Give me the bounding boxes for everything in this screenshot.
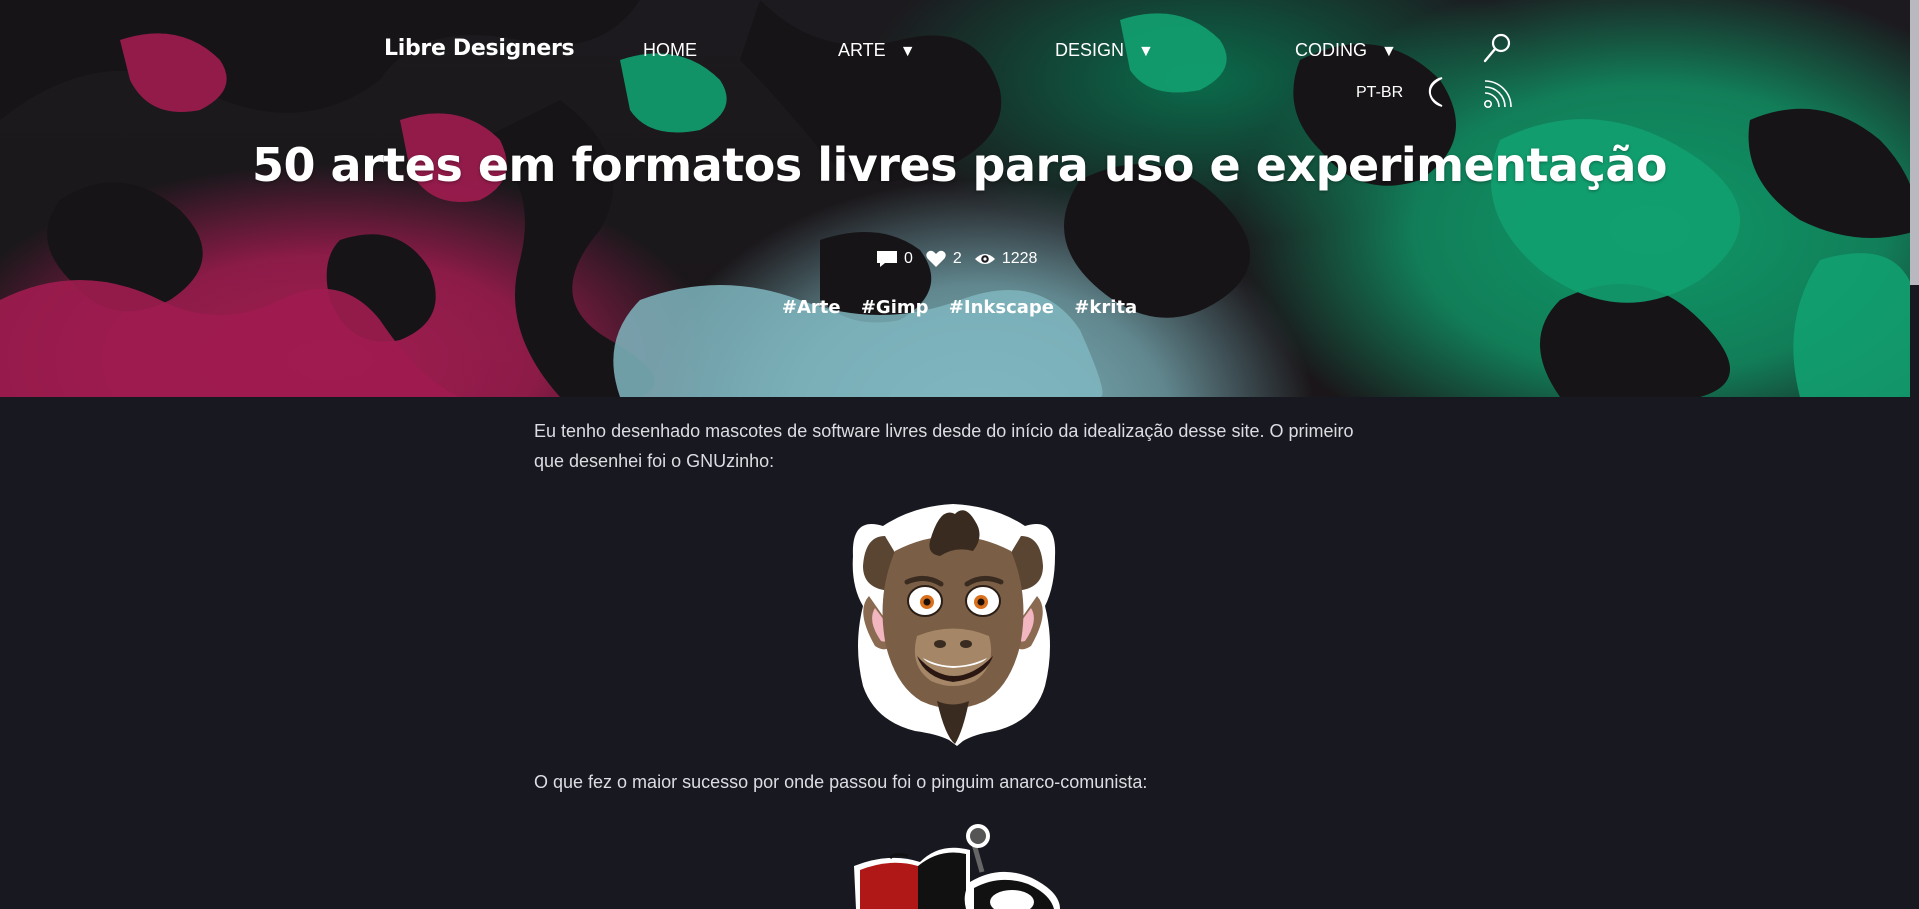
comment-count: 0 [904, 250, 913, 267]
tag-krita[interactable]: #krita [1074, 297, 1137, 318]
scrollbar-track[interactable] [1910, 0, 1919, 909]
nav-arte-label: ARTE [838, 40, 886, 60]
hero-banner: Libre Designers HOME ARTE ▼ DESIGN ▼ CODIN… [0, 0, 1919, 397]
tag-inkscape[interactable]: #Inkscape [949, 297, 1054, 318]
tag-gimp[interactable]: #Gimp [861, 297, 929, 318]
rss-icon[interactable] [1482, 78, 1514, 110]
comment-icon[interactable] [876, 249, 898, 269]
tag-arte[interactable]: #Arte [782, 297, 841, 318]
nav-coding-label: CODING [1295, 40, 1367, 60]
gnu-mascot-image [852, 504, 1056, 746]
search-icon[interactable] [1482, 32, 1512, 64]
hero-pattern [0, 0, 1919, 397]
site-logo[interactable]: Libre Designers [384, 36, 575, 61]
nav-home-label: HOME [643, 40, 697, 60]
view-count: 1228 [1001, 250, 1038, 267]
chevron-down-icon: ▼ [899, 43, 916, 60]
nav-home[interactable]: HOME [643, 40, 697, 61]
nav-design[interactable]: DESIGN ▼ [1055, 40, 1154, 61]
like-count: 2 [952, 250, 962, 267]
chevron-down-icon: ▼ [1138, 43, 1154, 60]
scrollbar-thumb[interactable] [1910, 0, 1919, 285]
article-paragraph-2: O que fez o maior sucesso por onde passo… [534, 772, 1148, 792]
language-switch[interactable]: PT-BR [1356, 84, 1403, 102]
nav-design-label: DESIGN [1055, 40, 1125, 60]
eye-icon [974, 254, 995, 264]
nav-coding[interactable]: CODING ▼ [1295, 40, 1397, 61]
post-title: 50 artes em formatos livres para uso e e… [252, 138, 1667, 192]
post-tags: #Arte #Gimp #Inkscape #krita [0, 297, 1919, 318]
post-stats: 0 2 1228 [876, 247, 1049, 271]
nav-arte[interactable]: ARTE ▼ [838, 40, 916, 61]
moon-icon[interactable] [1426, 76, 1448, 108]
article-paragraph-1: Eu tenho desenhado mascotes de software … [534, 421, 1354, 471]
anarco-communist-penguin-image [854, 824, 1060, 909]
heart-icon[interactable] [925, 249, 947, 269]
chevron-down-icon: ▼ [1381, 43, 1397, 60]
